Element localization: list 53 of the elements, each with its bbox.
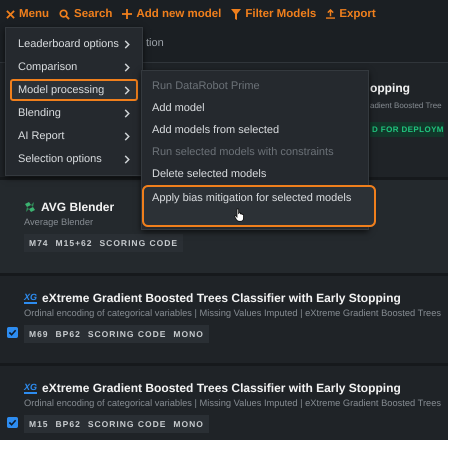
model-tag: BP62	[56, 419, 81, 429]
plus-icon	[122, 9, 132, 19]
chevron-right-icon	[124, 62, 130, 72]
chevron-right-icon	[124, 86, 130, 94]
toolbar-button[interactable]: Menu	[6, 8, 50, 20]
checkbox[interactable]	[6, 416, 18, 428]
xgboost-logo: XG	[24, 292, 38, 304]
filter-icon	[231, 8, 242, 20]
model-tag: M15+62	[56, 238, 93, 248]
model-title: eXtreme Gradient Boosted Trees Classifier with Early Stopping	[42, 381, 401, 395]
column-header: tion	[146, 37, 164, 49]
model-title: AVG Blender	[41, 200, 114, 214]
model-tag: MONO	[173, 329, 204, 339]
toolbar-button[interactable]: Search	[59, 8, 112, 20]
model-tag: M74	[29, 238, 49, 248]
model-title: opping	[370, 81, 411, 95]
hand-cursor-icon	[234, 208, 246, 222]
close-icon	[6, 10, 15, 18]
checkbox[interactable]	[6, 326, 18, 338]
xgboost-logo: XG	[24, 382, 38, 394]
model-tag: M69	[29, 329, 49, 339]
menu-item[interactable]: Selection options	[10, 148, 138, 170]
model-tag: BP62	[56, 329, 81, 339]
toolbar-button[interactable]: Filter Models	[231, 8, 316, 20]
submenu-item[interactable]: Apply bias mitigation for selected models	[142, 185, 376, 227]
menu-item[interactable]: Blending	[10, 102, 138, 124]
model-description: Ordinal encoding of categorical variables | Missing Values Imputed | eXtreme Gradient Boosted Trees	[24, 398, 442, 408]
submenu-item[interactable]: Delete selected models	[142, 163, 368, 185]
model-tag: SCORING CODE	[88, 329, 166, 339]
menu-item[interactable]: Comparison	[10, 56, 138, 78]
chevron-right-icon	[124, 132, 130, 140]
menu-item[interactable]: AI Report	[10, 125, 138, 147]
toolbar-button[interactable]: Add new model	[122, 8, 222, 20]
toolbar-button[interactable]: Export	[326, 8, 376, 20]
model-description: Average Blender	[24, 217, 94, 227]
chevron-right-icon	[124, 108, 130, 118]
model-tag: SCORING CODE	[88, 419, 166, 429]
upload-icon	[326, 9, 336, 19]
chevron-right-icon	[124, 154, 130, 164]
model-tag: SCORING CODE	[100, 238, 178, 248]
submenu-item[interactable]: Add models from selected	[142, 119, 368, 141]
deployment-badge: D FOR DEPLOYM	[370, 122, 444, 137]
submenu-item[interactable]: Add model	[142, 97, 368, 119]
search-icon	[59, 8, 70, 20]
model-description: Ordinal encoding of categorical variables | Missing Values Imputed | eXtreme Gradient Boosted Trees	[24, 308, 442, 318]
model-description: adient Boosted Tree	[370, 101, 443, 110]
menu-item[interactable]: Leaderboard options	[10, 33, 138, 55]
model-tag: MONO	[173, 419, 204, 429]
model-title: eXtreme Gradient Boosted Trees Classifier with Early Stopping	[42, 291, 401, 305]
menu-item[interactable]: Model processing	[10, 79, 138, 101]
model-tag: M15	[29, 419, 49, 429]
blender-icon	[24, 201, 36, 213]
chevron-right-icon	[124, 40, 130, 48]
